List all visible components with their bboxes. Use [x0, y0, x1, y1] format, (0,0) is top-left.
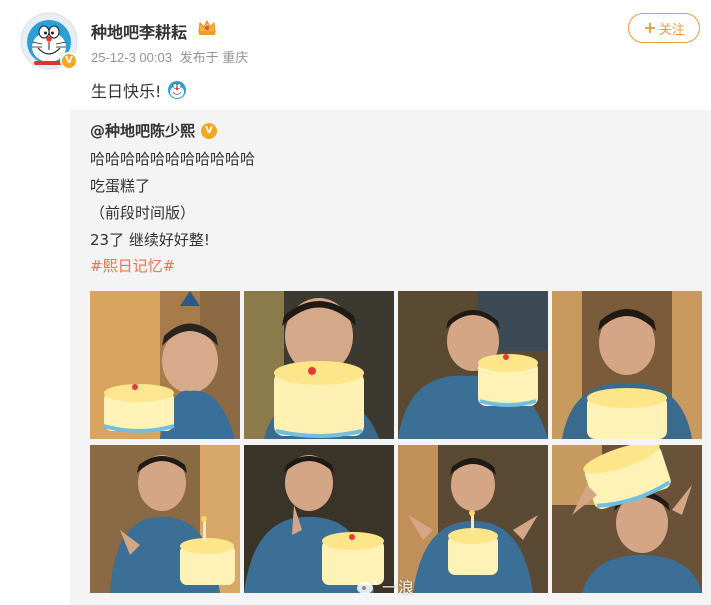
plus-icon: + — [643, 18, 657, 37]
weibo-logo-icon — [357, 579, 377, 594]
photo-thumbnail[interactable] — [552, 291, 702, 439]
photo-thumbnail[interactable] — [244, 445, 394, 593]
post-meta: 25-12-3 00:03 发布于 重庆 — [91, 47, 252, 66]
verified-badge: V — [60, 52, 78, 70]
post-text: 生日快乐! — [91, 78, 187, 102]
crown-icon — [198, 19, 216, 35]
post-location: 发布于 重庆 — [179, 50, 249, 65]
doraemon-emoji-icon — [168, 81, 187, 99]
repost-username-text[interactable]: @种地吧陈少熙 — [90, 120, 195, 141]
repost-line: 23了 继续好好整! — [90, 231, 210, 249]
photo-thumbnail[interactable] — [90, 291, 240, 439]
repost-block[interactable]: @种地吧陈少熙 V 哈哈哈哈哈哈哈哈哈哈哈 吃蛋糕了 （前段时间版） 23了 继… — [70, 110, 711, 605]
photo-thumbnail[interactable] — [90, 445, 240, 593]
repost-line: （前段时间版） — [90, 204, 196, 222]
follow-label: 关注 — [658, 22, 685, 38]
post-username[interactable]: 种地吧李耕耘 — [91, 19, 187, 43]
repost-line: 吃蛋糕了 — [90, 177, 151, 195]
hashtag-link[interactable]: #熙日记忆# — [90, 255, 175, 276]
repost-line: 哈哈哈哈哈哈哈哈哈哈哈 — [90, 150, 256, 168]
photo-thumbnail[interactable] — [398, 291, 548, 439]
verified-badge: V — [201, 122, 218, 139]
post-timestamp[interactable]: 25-12-3 00:03 — [91, 50, 172, 65]
repost-username[interactable]: @种地吧陈少熙 V — [90, 120, 218, 141]
photo-thumbnail[interactable] — [244, 291, 394, 439]
photo-thumbnail[interactable] — [552, 445, 702, 593]
post-header: V 种地吧李耕耘 25-12-3 00:03 发布于 重庆 + 关注 生日快乐! — [0, 0, 711, 110]
post-text-content: 生日快乐! — [91, 82, 162, 101]
photo-grid — [90, 291, 702, 593]
photo-thumbnail[interactable] — [398, 445, 548, 593]
watermark-text: 一浪 — [382, 580, 415, 597]
follow-button[interactable]: + 关注 — [628, 13, 700, 43]
watermark: 一浪 — [356, 574, 414, 598]
